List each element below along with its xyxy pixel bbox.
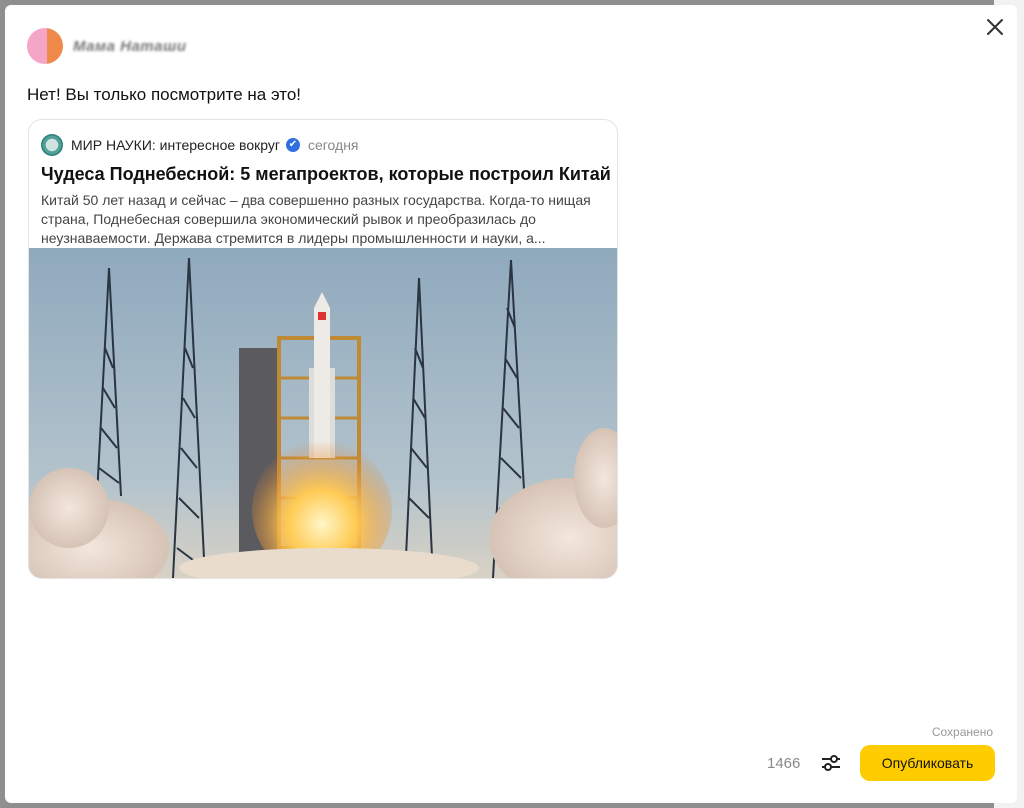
rocket-launch-image [29, 248, 617, 578]
source-name: МИР НАУКИ: интересное вокруг [71, 137, 280, 153]
verified-check-icon: ✔ [285, 138, 300, 152]
character-count: 1466 [767, 755, 801, 772]
post-editor-dialog: Мама Наташи Нет! Вы только посмотрите на… [5, 5, 1017, 803]
source-logo [41, 134, 63, 156]
card-title: Чудеса Поднебесной: 5 мегапроектов, кото… [41, 164, 617, 184]
saved-status: Сохранено [931, 725, 993, 739]
card-description: Китай 50 лет назад и сейчас – два соверш… [41, 192, 591, 246]
author-name: Мама Наташи [73, 37, 187, 55]
close-icon [987, 19, 1003, 35]
close-button[interactable] [983, 15, 1007, 39]
sliders-icon [822, 755, 840, 771]
settings-button[interactable] [819, 751, 843, 775]
avatar[interactable] [27, 28, 63, 64]
publish-time: сегодня [307, 137, 359, 153]
publish-button[interactable]: Опубликовать [860, 745, 995, 781]
card-header: МИР НАУКИ: интересное вокруг ✔ сегодня [29, 120, 617, 156]
author-info: Мама Наташи [27, 27, 186, 65]
link-preview-card[interactable]: МИР НАУКИ: интересное вокруг ✔ сегодня Ч… [28, 119, 618, 579]
post-text[interactable]: Нет! Вы только посмотрите на это! [27, 85, 301, 105]
